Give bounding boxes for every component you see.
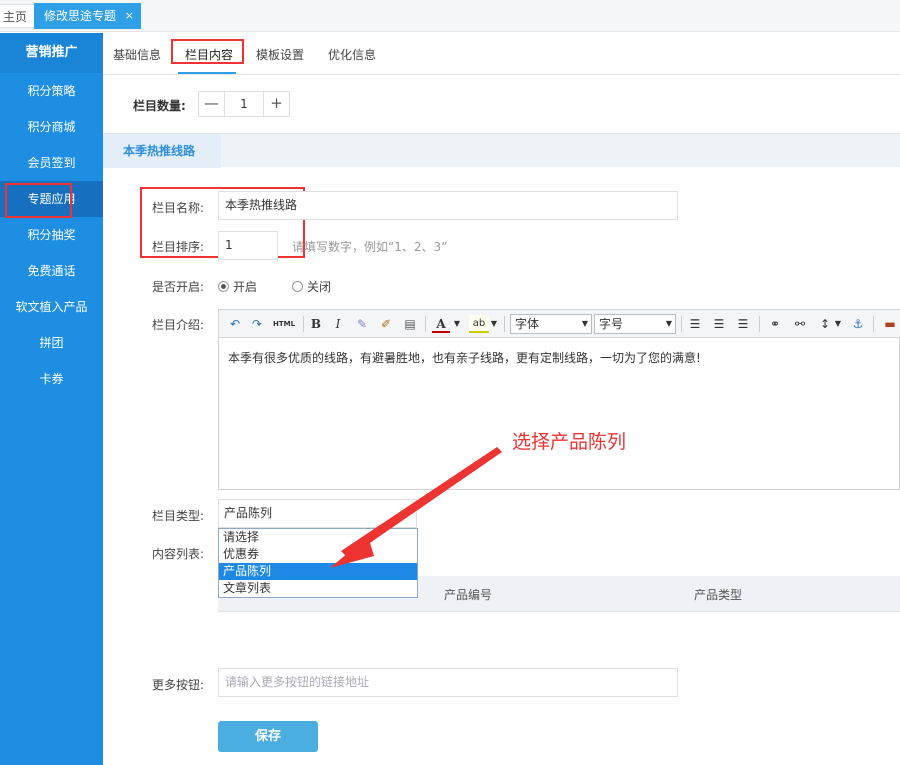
image-icon[interactable]: ▬ [881, 315, 899, 333]
align-right-icon[interactable]: ☰ [735, 315, 751, 333]
sidebar-item-member-checkin[interactable]: 会员签到 [0, 145, 103, 181]
sidebar-item-coupons[interactable]: 卡券 [0, 361, 103, 397]
chevron-down-icon: ▼ [665, 319, 672, 328]
sidebar-item-soft-article[interactable]: 软文植入产品 [0, 289, 103, 325]
increment-button[interactable]: + [263, 92, 289, 116]
font-color-icon[interactable]: A [432, 315, 450, 333]
highlight-color-icon[interactable]: ab [469, 315, 489, 333]
toolbar-divider [504, 316, 505, 332]
redo-icon[interactable]: ↷ [249, 315, 265, 333]
editor-content[interactable]: 本季有很多优质的线路，有避暑胜地，也有亲子线路，更有定制线路，一切为了您的满意! [228, 349, 701, 366]
tab-edit-topic[interactable]: 修改思途专题 × [34, 3, 141, 29]
chevron-down-icon[interactable]: ▼ [833, 315, 843, 333]
save-button[interactable]: 保存 [218, 721, 318, 752]
radio-enabled-off[interactable]: 关闭 [292, 278, 331, 295]
sidebar-item-points-strategy[interactable]: 积分策略 [0, 73, 103, 109]
radio-enabled-on[interactable]: 开启 [218, 278, 257, 295]
rich-text-editor: ↶ ↷ HTML B I ✎ ✐ ▤ A ▼ ab ▼ 字体 ▼ 字号 ▼ ☰ ☰ … [218, 309, 900, 490]
column-type-select[interactable]: 产品陈列 [218, 499, 417, 528]
highlight-box-tab [171, 39, 244, 64]
chevron-down-icon: ▼ [581, 319, 588, 328]
column-sort-hint: 请填写数字，例如“1、2、3” [292, 240, 448, 254]
column-count-stepper: — 1 + [198, 91, 290, 117]
decrement-button[interactable]: — [199, 92, 225, 116]
column-type-dropdown: 请选择 优惠券 产品陈列 文章列表 [218, 528, 418, 598]
font-family-select[interactable]: 字体 ▼ [510, 314, 592, 334]
sidebar: 营销推广 积分策略 积分商城 会员签到 专题应用 积分抽奖 免费通话 软文植入产… [0, 33, 103, 765]
radio-checked-icon [218, 281, 229, 292]
tab-basic-info[interactable]: 基础信息 [113, 46, 161, 63]
option-product-display[interactable]: 产品陈列 [219, 563, 417, 580]
column-sort-input[interactable]: 1 [218, 231, 278, 260]
column-header-product-type: 产品类型 [694, 588, 743, 602]
content-tabs: 基础信息 栏目内容 模板设置 优化信息 [103, 33, 900, 75]
font-family-value: 字体 [515, 317, 540, 331]
column-count-value[interactable]: 1 [225, 92, 263, 116]
undo-icon[interactable]: ↶ [227, 315, 243, 333]
anchor-icon[interactable]: ⚓ [849, 315, 867, 333]
sidebar-item-free-call[interactable]: 免费通话 [0, 253, 103, 289]
option-please-select[interactable]: 请选择 [219, 529, 417, 546]
toolbar-divider [681, 316, 682, 332]
tab-edit-topic-label: 修改思途专题 [44, 9, 117, 23]
column-count-label: 栏目数量: [133, 99, 186, 113]
chevron-down-icon[interactable]: ▼ [452, 315, 462, 333]
intro-label: 栏目介绍: [152, 318, 205, 332]
active-tab-indicator [178, 72, 236, 74]
radio-on-label: 开启 [233, 280, 258, 294]
eraser-icon[interactable]: ✎ [353, 315, 371, 333]
column-name-input[interactable]: 本季热推线路 [218, 191, 678, 220]
sidebar-header: 营销推广 [0, 33, 103, 73]
content-list-label: 内容列表: [152, 547, 205, 561]
column-type-label: 栏目类型: [152, 509, 205, 523]
link-icon[interactable]: ⚭ [766, 315, 784, 333]
home-tab[interactable]: 主页 [0, 4, 37, 28]
tab-template-settings[interactable]: 模板设置 [256, 46, 304, 63]
option-article-list[interactable]: 文章列表 [219, 580, 417, 597]
unlink-icon[interactable]: ⚯ [791, 315, 809, 333]
html-source-icon[interactable]: HTML [271, 315, 297, 333]
more-button-label: 更多按钮: [152, 678, 205, 692]
sidebar-item-group-buy[interactable]: 拼团 [0, 325, 103, 361]
radio-off-label: 关闭 [307, 280, 332, 294]
toolbar-divider [759, 316, 760, 332]
top-tab-bar: 主页 修改思途专题 × [0, 0, 900, 32]
align-center-icon[interactable]: ☰ [711, 315, 727, 333]
font-size-value: 字号 [599, 317, 624, 331]
section-tab-hot-routes[interactable]: 本季热推线路 [103, 134, 221, 168]
radio-unchecked-icon [292, 281, 303, 292]
line-height-icon[interactable]: ↕ [816, 315, 834, 333]
format-brush-icon[interactable]: ✐ [377, 315, 395, 333]
toolbar-divider [303, 316, 304, 332]
editor-toolbar: ↶ ↷ HTML B I ✎ ✐ ▤ A ▼ ab ▼ 字体 ▼ 字号 ▼ ☰ ☰ … [219, 310, 900, 338]
bold-icon[interactable]: B [308, 315, 324, 333]
toolbar-divider [873, 316, 874, 332]
option-coupon[interactable]: 优惠券 [219, 546, 417, 563]
column-name-label: 栏目名称: [152, 201, 205, 215]
column-sort-label: 栏目排序: [152, 240, 205, 254]
sidebar-item-points-mall[interactable]: 积分商城 [0, 109, 103, 145]
paste-text-icon[interactable]: ▤ [401, 315, 419, 333]
sidebar-item-topic-app[interactable]: 专题应用 [0, 181, 103, 218]
sidebar-item-points-lottery[interactable]: 积分抽奖 [0, 217, 103, 253]
enabled-label: 是否开启: [152, 280, 205, 294]
more-button-input[interactable]: 请输入更多按钮的链接地址 [218, 668, 678, 697]
column-header-product-number: 产品编号 [444, 588, 493, 602]
font-size-select[interactable]: 字号 ▼ [594, 314, 676, 334]
section-band: 本季热推线路 [103, 133, 900, 168]
toolbar-divider [425, 316, 426, 332]
close-icon[interactable]: × [125, 3, 134, 29]
align-left-icon[interactable]: ☰ [687, 315, 703, 333]
tab-optimization-info[interactable]: 优化信息 [328, 46, 376, 63]
italic-icon[interactable]: I [330, 315, 346, 333]
annotation-text: 选择产品陈列 [512, 431, 627, 453]
chevron-down-icon[interactable]: ▼ [489, 315, 499, 333]
